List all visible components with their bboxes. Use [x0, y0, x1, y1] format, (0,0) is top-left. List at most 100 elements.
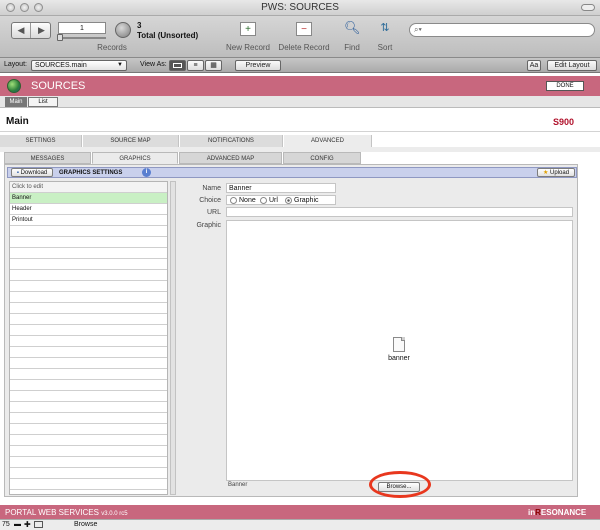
edit-layout-button[interactable]: Edit Layout	[547, 60, 597, 71]
list-item[interactable]	[10, 259, 167, 270]
find-button[interactable]: 🔍︎ Find	[336, 19, 368, 57]
preview-button[interactable]: Preview	[235, 60, 281, 71]
list-view-button[interactable]: List	[28, 97, 58, 107]
tab-advanced-map[interactable]: ADVANCED MAP	[179, 152, 282, 164]
url-field[interactable]	[226, 207, 573, 217]
list-item-printout[interactable]: Printout	[10, 215, 167, 226]
download-label: Download	[20, 170, 48, 176]
sort-button[interactable]: ⇅ Sort	[370, 19, 400, 57]
tab-settings[interactable]: SETTINGS	[0, 135, 82, 147]
record-total: Total (Unsorted)	[137, 31, 199, 40]
radio-url[interactable]	[260, 197, 267, 204]
list-item[interactable]	[10, 369, 167, 380]
list-scrollbar[interactable]	[170, 181, 176, 495]
info-icon[interactable]: i	[142, 168, 151, 177]
upload-label: Upload	[550, 170, 570, 176]
title-bar: PWS: SOURCES	[0, 0, 600, 16]
next-record-icon[interactable]: ▶	[32, 23, 51, 38]
radio-none-label: None	[239, 197, 256, 204]
record-count: 3	[137, 21, 142, 30]
graphic-container[interactable]: banner	[226, 220, 573, 481]
list-item[interactable]	[10, 391, 167, 402]
zoom-in-icon[interactable]: ✚	[24, 520, 31, 529]
footer-bar: PORTAL WEB SERVICES v3.0.0 rc5 inRESONAN…	[0, 505, 600, 519]
zoom-level: 75	[2, 521, 10, 528]
record-number-field[interactable]: 1	[58, 22, 106, 34]
list-item-header[interactable]: Header	[10, 204, 167, 215]
list-item[interactable]	[10, 468, 167, 479]
list-item[interactable]	[10, 424, 167, 435]
list-item[interactable]	[10, 303, 167, 314]
record-pie-icon	[115, 22, 131, 38]
new-record-icon: +	[240, 22, 256, 36]
download-icon: ▪	[16, 170, 19, 176]
layout-select-value: SOURCES.main	[35, 62, 87, 69]
view-form-button[interactable]	[169, 60, 186, 71]
list-item[interactable]	[10, 336, 167, 347]
record-title: Main	[6, 116, 29, 127]
chevron-down-icon: ▼	[117, 62, 123, 68]
radio-none[interactable]	[230, 197, 237, 204]
graphics-list: Click to edit Banner Header Printout	[9, 181, 168, 495]
radio-url-label: Url	[269, 197, 278, 204]
name-field[interactable]: Banner	[226, 183, 336, 193]
list-item[interactable]	[10, 446, 167, 457]
layout-select[interactable]: SOURCES.main ▼	[31, 60, 127, 71]
toolbar-toggle-button[interactable]	[581, 4, 595, 11]
delete-record-icon: −	[296, 22, 312, 36]
previous-record-icon[interactable]: ◀	[12, 23, 31, 38]
layout-bar: Layout: SOURCES.main ▼ View As: ≡ ▦ Prev…	[0, 58, 600, 73]
main-view-button[interactable]: Main	[5, 97, 27, 107]
text-format-button[interactable]: Aa	[527, 60, 541, 71]
delete-record-button[interactable]: − Delete Record	[276, 19, 332, 57]
list-item[interactable]	[10, 413, 167, 424]
upload-button[interactable]: ★ Upload	[537, 168, 575, 177]
toggle-bars-icon[interactable]	[34, 521, 43, 528]
tab-source-map[interactable]: SOURCE MAP	[83, 135, 179, 147]
list-header: Click to edit	[10, 182, 167, 193]
search-icon: ⌕▾	[414, 25, 422, 34]
radio-graphic-label: Graphic	[294, 197, 319, 204]
tab-messages[interactable]: MESSAGES	[4, 152, 91, 164]
file-name: banner	[388, 355, 410, 362]
list-item[interactable]	[10, 270, 167, 281]
list-item[interactable]	[10, 248, 167, 259]
table-view-icon: ▦	[210, 62, 217, 69]
list-item[interactable]	[10, 435, 167, 446]
divider	[0, 131, 600, 132]
new-record-button[interactable]: + New Record	[222, 19, 274, 57]
list-item[interactable]	[10, 457, 167, 468]
list-item[interactable]	[10, 402, 167, 413]
tab-notifications[interactable]: NOTIFICATIONS	[180, 135, 283, 147]
quick-find-field[interactable]: ⌕▾	[409, 23, 595, 37]
done-button[interactable]: DONE	[546, 81, 584, 91]
list-item[interactable]	[10, 281, 167, 292]
list-item[interactable]	[10, 479, 167, 490]
slider-thumb[interactable]	[57, 34, 63, 41]
list-item[interactable]	[10, 226, 167, 237]
globe-icon	[7, 79, 21, 93]
record-slider[interactable]	[57, 34, 106, 41]
list-item[interactable]	[10, 314, 167, 325]
list-item[interactable]	[10, 325, 167, 336]
list-item[interactable]	[10, 380, 167, 391]
tab-config[interactable]: CONFIG	[283, 152, 361, 164]
records-label: Records	[97, 43, 127, 52]
radio-graphic[interactable]	[285, 197, 292, 204]
choice-label: Choice	[199, 197, 221, 204]
list-item[interactable]	[10, 237, 167, 248]
list-item-banner[interactable]: Banner	[10, 193, 167, 204]
version-label: v3.0.0 rc5	[101, 511, 128, 517]
mode-label: Browse	[74, 521, 98, 528]
view-table-button[interactable]: ▦	[205, 60, 222, 71]
list-item[interactable]	[10, 347, 167, 358]
zoom-out-icon[interactable]: ▬	[14, 521, 21, 528]
download-button[interactable]: ▪ Download	[11, 168, 53, 177]
tab-graphics[interactable]: GRAPHICS	[92, 152, 178, 164]
list-item[interactable]	[10, 358, 167, 369]
name-label: Name	[202, 185, 221, 192]
view-list-button[interactable]: ≡	[187, 60, 204, 71]
view-nav: Main List	[0, 96, 600, 108]
search-input[interactable]	[432, 25, 588, 35]
list-item[interactable]	[10, 292, 167, 303]
